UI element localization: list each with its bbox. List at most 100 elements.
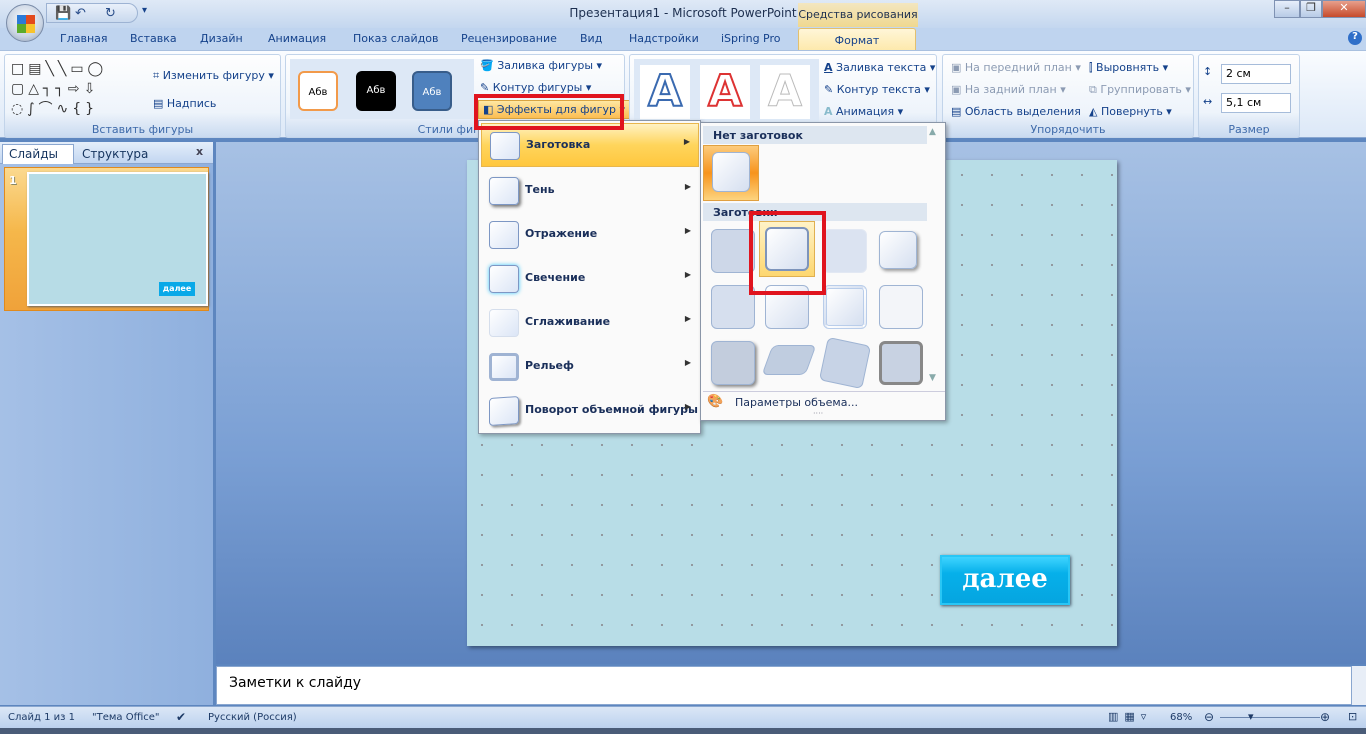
text-animation-button[interactable]: A Анимация ▾ [824, 105, 903, 118]
edit-shape-button[interactable]: ⌗ Изменить фигуру ▾ [153, 69, 274, 83]
wordart-sample[interactable]: A [760, 65, 810, 119]
wordart-gallery[interactable]: A A A [634, 59, 819, 123]
tab-insert[interactable]: Вставка [130, 32, 177, 45]
tab-format[interactable]: Формат [798, 28, 916, 52]
tab-design[interactable]: Дизайн [200, 32, 243, 45]
tab-ispring[interactable]: iSpring Pro [721, 32, 781, 45]
shape-outline-button[interactable]: ✎ Контур фигуры ▾ [480, 81, 591, 94]
tab-view[interactable]: Вид [580, 32, 602, 45]
group-button[interactable]: ⧉ Группировать ▾ [1089, 83, 1191, 97]
preset-4[interactable] [879, 231, 917, 269]
zoom-slider[interactable] [1220, 717, 1320, 718]
quick-access-toolbar: 💾 ↶ ↻ [46, 3, 138, 23]
submenu-scrollbar[interactable]: ▲ ▼ [929, 127, 943, 389]
group-label: Размер [1228, 123, 1270, 136]
notes-scrollbar[interactable] [1352, 666, 1366, 705]
menu-item-glow[interactable]: Свечение ▶ [481, 257, 699, 301]
zoom-level[interactable]: 68% [1170, 712, 1192, 723]
group-arrange: ▣ На передний план ▾ ▣ На задний план ▾ … [942, 54, 1194, 138]
submenu-arrow-icon: ▶ [684, 182, 691, 191]
preset-9[interactable] [711, 341, 755, 385]
zoom-slider-thumb[interactable]: ▾ [1248, 710, 1254, 723]
office-button[interactable] [6, 4, 44, 42]
style-sample[interactable]: Абв [298, 71, 338, 111]
pane-tabs: Слайды Структура x [0, 142, 213, 164]
width-input[interactable]: 5,1 см [1221, 93, 1291, 113]
menu-item-reflection[interactable]: Отражение ▶ [481, 213, 699, 257]
menu-item-3d-rotation[interactable]: Поворот объемной фигуры ▶ [481, 389, 699, 433]
status-bar: Слайд 1 из 1 "Тема Office" ✔ Русский (Ро… [0, 706, 1366, 728]
preset-11[interactable] [818, 336, 872, 390]
thumb-next-button: далее [159, 282, 195, 296]
shapes-gallery[interactable]: □▤╲╲▭◯ ▢△┐┐⇨⇩ ◌∫⌒∿{} [11, 59, 135, 119]
redo-icon[interactable]: ↻ [105, 6, 116, 21]
3d-rotation-icon [489, 395, 519, 427]
shape-styles-gallery[interactable]: Абв Абв Абв [290, 59, 474, 119]
tab-outline[interactable]: Структура [76, 145, 154, 163]
tab-slides[interactable]: Слайды [2, 144, 74, 164]
text-outline-button[interactable]: ✎ Контур текста ▾ [824, 83, 930, 96]
highlight-effects-button [474, 94, 624, 130]
next-button-shape[interactable]: далее [940, 555, 1070, 605]
close-pane-icon[interactable]: x [196, 145, 203, 158]
slide-thumbnail: далее [27, 172, 208, 306]
group-size: ↕ 2 см ↔ 5,1 см Размер [1198, 54, 1300, 138]
submenu-arrow-icon: ▶ [684, 314, 691, 323]
textbox-button[interactable]: ▤ Надпись [153, 97, 216, 110]
preset-12[interactable] [879, 341, 923, 385]
submenu-arrow-icon: ▶ [684, 402, 691, 411]
wordart-sample[interactable]: A [700, 65, 750, 119]
tab-addins[interactable]: Надстройки [629, 32, 699, 45]
restore-button[interactable]: ❐ [1300, 0, 1322, 18]
minimize-button[interactable]: – [1274, 0, 1300, 18]
soft-edges-icon [489, 309, 519, 337]
preset-8[interactable] [879, 285, 923, 329]
tab-home[interactable]: Главная [60, 32, 108, 45]
preset-none-icon [712, 152, 750, 192]
rotate-button[interactable]: ◭ Повернуть ▾ [1089, 105, 1172, 118]
undo-icon[interactable]: ↶ [75, 6, 86, 21]
menu-item-soft-edges[interactable]: Сглаживание ▶ [481, 301, 699, 345]
fit-to-window-icon[interactable]: ⊡ [1348, 710, 1357, 723]
send-back-button[interactable]: ▣ На задний план ▾ [951, 83, 1066, 96]
no-presets-header: Нет заготовок [703, 126, 927, 144]
tab-animation[interactable]: Анимация [268, 32, 326, 45]
language[interactable]: Русский (Россия) [208, 712, 297, 723]
help-icon[interactable]: ? [1348, 31, 1362, 45]
style-sample[interactable]: Абв [412, 71, 452, 111]
align-button[interactable]: ⫿ Выровнять ▾ [1089, 61, 1168, 75]
menu-item-bevel[interactable]: Рельеф ▶ [481, 345, 699, 389]
submenu-arrow-icon: ▶ [684, 270, 691, 279]
divider [703, 391, 945, 392]
height-input[interactable]: 2 см [1221, 64, 1291, 84]
submenu-arrow-icon: ▶ [684, 358, 691, 367]
slide-thumbnail-item[interactable]: 1 далее [4, 167, 209, 311]
notes-field[interactable]: Заметки к слайду [216, 666, 1352, 705]
preset-10[interactable] [761, 345, 817, 375]
taskbar [0, 728, 1366, 734]
selection-pane-button[interactable]: ▤ Область выделения [951, 105, 1081, 118]
bring-front-button[interactable]: ▣ На передний план ▾ [951, 61, 1081, 74]
theme-name: "Тема Office" [92, 712, 160, 723]
zoom-out-icon[interactable]: ⊖ [1204, 710, 1214, 724]
view-buttons[interactable]: ▥▦▿ [1108, 710, 1164, 723]
text-fill-button[interactable]: A Заливка текста ▾ [824, 61, 935, 74]
style-sample[interactable]: Абв [356, 71, 396, 111]
close-button[interactable]: ✕ [1322, 0, 1366, 18]
preset-none[interactable] [703, 145, 759, 201]
context-tab-drawing-tools: Средства рисования [798, 3, 918, 27]
reflection-icon [489, 221, 519, 249]
resize-grip[interactable]: ···· [813, 409, 823, 418]
tab-review[interactable]: Рецензирование [461, 32, 557, 45]
wordart-sample[interactable]: A [640, 65, 690, 119]
customize-qat-icon[interactable]: ▾ [142, 5, 147, 16]
menu-item-shadow[interactable]: Тень ▶ [481, 169, 699, 213]
shape-fill-button[interactable]: 🪣 Заливка фигуры ▾ [480, 59, 602, 72]
preset-7[interactable] [823, 285, 867, 329]
preset-3[interactable] [823, 229, 867, 273]
tab-slideshow[interactable]: Показ слайдов [353, 32, 439, 45]
spellcheck-icon[interactable]: ✔ [176, 710, 186, 724]
3d-options-link[interactable]: Параметры объема... [735, 396, 858, 409]
save-icon[interactable]: 💾 [55, 6, 71, 21]
zoom-in-icon[interactable]: ⊕ [1320, 710, 1330, 724]
